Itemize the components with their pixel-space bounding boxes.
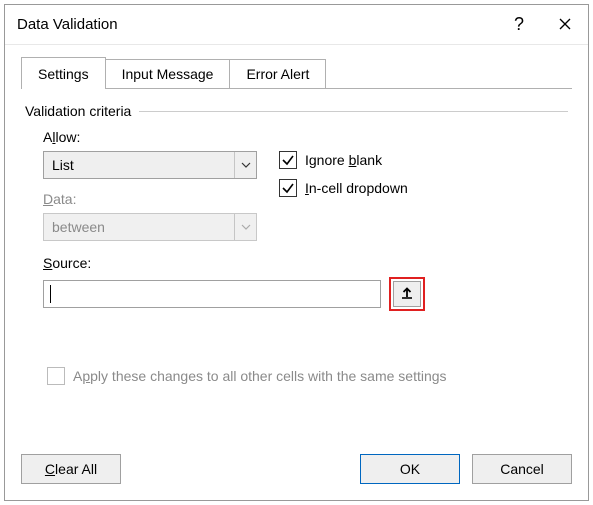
allow-dropdown[interactable]: List [43, 151, 257, 179]
checkbox-icon [47, 367, 65, 385]
in-cell-dropdown-checkbox[interactable]: In-cell dropdown [279, 179, 408, 197]
allow-label: Allow: [43, 129, 257, 145]
tab-input-message[interactable]: Input Message [106, 59, 231, 89]
dialog-footer: Clear All OK Cancel [5, 454, 588, 500]
allow-value: List [52, 157, 234, 173]
ok-button[interactable]: OK [360, 454, 460, 484]
data-label: Data: [43, 191, 257, 207]
cancel-button[interactable]: Cancel [472, 454, 572, 484]
checkbox-icon [279, 151, 297, 169]
help-icon: ? [514, 14, 524, 35]
collapse-dialog-button[interactable] [393, 281, 421, 307]
data-value: between [52, 219, 234, 235]
clear-all-button[interactable]: Clear All [21, 454, 121, 484]
source-input[interactable] [43, 280, 381, 308]
source-label: Source: [43, 255, 568, 271]
in-cell-dropdown-label: In-cell dropdown [305, 180, 408, 196]
chevron-down-icon [234, 152, 256, 178]
apply-to-others-label: Apply these changes to all other cells w… [73, 368, 447, 384]
highlight-callout [389, 277, 425, 311]
chevron-down-icon [234, 214, 256, 240]
validation-criteria-label: Validation criteria [25, 103, 568, 119]
divider-line [139, 111, 568, 112]
tab-settings[interactable]: Settings [21, 57, 106, 89]
titlebar: Data Validation ? [5, 5, 588, 45]
dialog-title: Data Validation [17, 16, 496, 33]
ignore-blank-label: Ignore blank [305, 152, 382, 168]
checkbox-icon [279, 179, 297, 197]
data-validation-dialog: Data Validation ? Settings Input Message… [4, 4, 589, 501]
criteria-area: Allow: List Data: between [25, 119, 568, 385]
range-select-icon [400, 286, 414, 303]
settings-panel: Validation criteria Allow: List [21, 89, 572, 454]
help-button[interactable]: ? [496, 5, 542, 45]
tab-strip: Settings Input Message Error Alert [21, 55, 572, 89]
validation-criteria-text: Validation criteria [25, 103, 131, 119]
tab-error-alert[interactable]: Error Alert [230, 59, 326, 89]
ignore-blank-checkbox[interactable]: Ignore blank [279, 151, 408, 169]
data-dropdown: between [43, 213, 257, 241]
close-icon [559, 14, 571, 35]
apply-to-others-checkbox: Apply these changes to all other cells w… [47, 367, 568, 385]
close-button[interactable] [542, 5, 588, 45]
text-caret [50, 285, 51, 303]
dialog-body: Settings Input Message Error Alert Valid… [5, 45, 588, 454]
